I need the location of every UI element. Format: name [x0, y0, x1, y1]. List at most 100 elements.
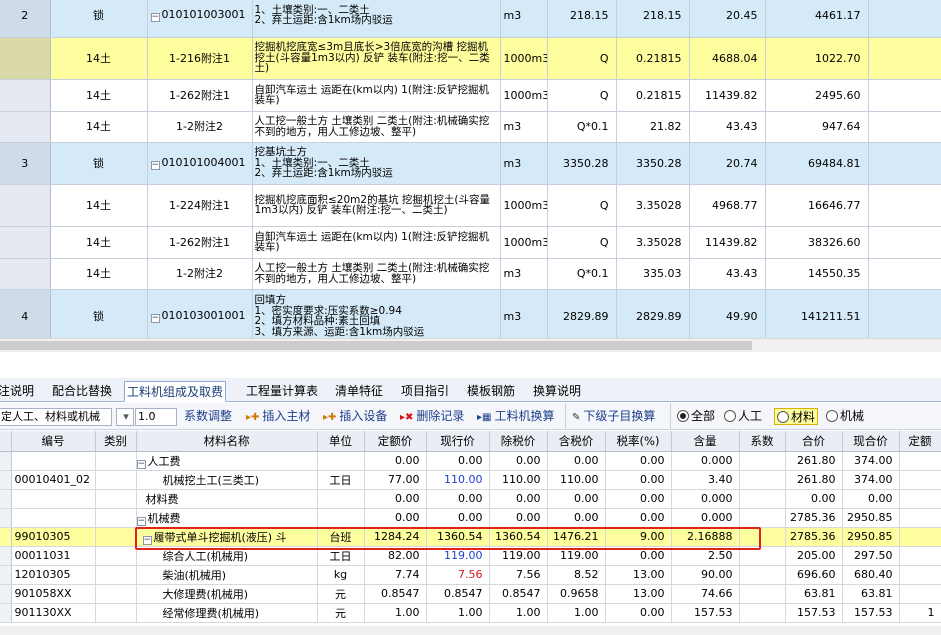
content-quantity[interactable]: 74.66 — [671, 584, 740, 604]
resource-row[interactable]: − 机械费 0.00 0.00 0.00 0.00 0.00 0.000 2785.36 2950… — [0, 508, 941, 528]
resource-code[interactable] — [11, 508, 96, 528]
scrollbar-thumb[interactable] — [0, 341, 752, 350]
quota-item-row[interactable]: 14土 1-262附注1 自卸汽车运土 运距在(km以内) 1(附注:反铲挖掘机装车… — [0, 79, 941, 112]
current-price[interactable]: 1.00 — [426, 603, 490, 623]
content-quantity[interactable]: 90.00 — [671, 565, 740, 585]
resource-code[interactable]: 901130XX — [11, 603, 96, 623]
resource-name[interactable]: 综合人工(机械用) — [136, 546, 318, 566]
collapse-toggle-icon[interactable]: − — [150, 12, 160, 22]
resource-name[interactable]: 柴油(机械用) — [136, 565, 318, 585]
current-price[interactable]: 0.00 — [426, 489, 490, 509]
resource-row[interactable]: 99010305− 履带式单斗挖掘机(液压) 斗台班 1284.24 1360.54 1… — [0, 527, 941, 547]
current-price[interactable]: 0.00 — [426, 451, 490, 471]
filter-combo[interactable]: 定人工、材料或机械 — [0, 408, 112, 426]
quantity-expression[interactable]: 3350.28 — [547, 142, 617, 185]
content-quantity[interactable]: 0.000 — [671, 508, 740, 528]
item-code[interactable]: 1-262附注1 — [147, 79, 253, 112]
swap-button[interactable]: ▸▦ 工料机换算 — [477, 403, 554, 430]
radio-all[interactable]: 全部 — [670, 403, 715, 430]
current-price[interactable]: 110.00 — [426, 470, 490, 490]
bottom-horizontal-scrollbar[interactable] — [0, 626, 941, 635]
item-code[interactable]: −010101003001 — [147, 0, 253, 38]
column-header[interactable]: 编号 — [11, 431, 96, 452]
coefficient[interactable] — [739, 508, 786, 528]
quota-item-row[interactable]: 14土 1-216附注1 挖掘机挖底宽≤3m且底长>3倍底宽的沟槽 挖掘机挖土(斗容… — [0, 37, 941, 80]
column-header[interactable]: 定额 — [899, 431, 941, 452]
tab-mix-replace[interactable]: 配合比替换 — [50, 381, 114, 402]
column-header[interactable]: 单位 — [317, 431, 365, 452]
item-code[interactable]: 1-224附注1 — [147, 184, 253, 227]
tab-item-guide[interactable]: 项目指引 — [399, 381, 451, 402]
item-description[interactable]: 回填方 1、密实度要求:压实系数≥0.94 2、填方材料品种:素土回填 3、填方来源、… — [252, 289, 501, 338]
quantity-expression[interactable]: Q*0.1 — [547, 258, 617, 290]
collapse-toggle-icon[interactable]: − — [150, 313, 160, 323]
insert-equipment-button[interactable]: ▸✚ 插入设备 — [323, 403, 387, 430]
column-header[interactable]: 材料名称 — [136, 431, 318, 452]
bill-item-row[interactable]: 2 锁 −010101003001 1、土壤类别:一、二类土 2、弃土运距:含1km场内… — [0, 0, 941, 38]
resource-name[interactable]: 经常修理费(机械用) — [136, 603, 318, 623]
coefficient[interactable] — [739, 603, 786, 623]
resource-name[interactable]: − 机械费 — [136, 508, 318, 528]
quota-item-row[interactable]: 14土 1-224附注1 挖掘机挖底面积≤20m2的基坑 挖掘机挖土(斗容量1m3以… — [0, 184, 941, 227]
combo-arrow[interactable]: ▾ — [116, 408, 134, 426]
coefficient[interactable] — [739, 565, 786, 585]
item-unit[interactable]: m3 — [500, 111, 548, 143]
item-code[interactable]: 1-216附注1 — [147, 37, 253, 80]
tab-list-features[interactable]: 清单特征 — [333, 381, 385, 402]
column-header[interactable]: 类别 — [95, 431, 137, 452]
quota-item-row[interactable]: 14土 1-2附注2 人工挖一般土方 土壤类别 二类土(附注:机械确实挖不到的地方，… — [0, 258, 941, 290]
factor-input[interactable]: 1.0 — [135, 408, 177, 426]
collapse-toggle-icon[interactable]: − — [136, 459, 146, 469]
coefficient[interactable] — [739, 546, 786, 566]
resource-row[interactable]: − 人工费 0.00 0.00 0.00 0.00 0.00 0.000 261.80 374.0… — [0, 451, 941, 471]
radio-machine[interactable]: 机械 — [826, 403, 864, 430]
resource-code[interactable]: 901058XX — [11, 584, 96, 604]
resource-code[interactable] — [11, 451, 96, 471]
resource-name[interactable]: 机械挖土工(三类工) — [136, 470, 318, 490]
quantity-expression[interactable]: Q — [547, 226, 617, 259]
item-unit[interactable]: 1000m3 — [500, 226, 548, 259]
item-unit[interactable]: 1000m3 — [500, 184, 548, 227]
item-unit[interactable]: 1000m3 — [500, 79, 548, 112]
collapse-toggle-icon[interactable]: − — [136, 516, 146, 526]
quantity-expression[interactable]: Q — [547, 184, 617, 227]
column-header[interactable]: 除税价 — [489, 431, 548, 452]
item-description[interactable]: 人工挖一般土方 土壤类别 二类土(附注:机械确实挖不到的地方，用人工修边坡、整平… — [252, 111, 501, 143]
quantity-expression[interactable]: 2829.89 — [547, 289, 617, 338]
coefficient[interactable] — [739, 470, 786, 490]
column-header[interactable]: 含税价 — [547, 431, 606, 452]
resource-name[interactable]: − 人工费 — [136, 451, 318, 471]
column-header[interactable]: 含量 — [671, 431, 740, 452]
item-code[interactable]: −010101004001 — [147, 142, 253, 185]
content-quantity[interactable]: 3.40 — [671, 470, 740, 490]
tab-labor-material-machine[interactable]: 工料机组成及取费 — [124, 381, 227, 402]
resource-code[interactable]: 00010401_02 — [11, 470, 96, 490]
coefficient[interactable] — [739, 451, 786, 471]
current-price[interactable]: 0.8547 — [426, 584, 490, 604]
column-header[interactable]: 合价 — [785, 431, 843, 452]
item-unit[interactable]: m3 — [500, 289, 548, 338]
item-description[interactable]: 自卸汽车运土 运距在(km以内) 1(附注:反铲挖掘机装车) — [252, 79, 501, 112]
tab-conversion-notes[interactable]: 换算说明 — [531, 381, 583, 402]
coefficient[interactable] — [739, 584, 786, 604]
resource-row[interactable]: 901130XX 经常修理费(机械用) 元 1.00 1.00 1.00 1.00 0.00 1… — [0, 603, 941, 623]
resource-row[interactable]: 00011031 综合人工(机械用) 工日 82.00 119.00 119.00 119.… — [0, 546, 941, 566]
column-header[interactable] — [0, 431, 12, 452]
quantity-expression[interactable]: 218.15 — [547, 0, 617, 38]
resource-row[interactable]: 901058XX 大修理费(机械用) 元 0.8547 0.8547 0.8547 0.96… — [0, 584, 941, 604]
item-description[interactable]: 自卸汽车运土 运距在(km以内) 1(附注:反铲挖掘机装车) — [252, 226, 501, 259]
radio-material[interactable]: 材料 — [774, 408, 819, 425]
item-unit[interactable]: m3 — [500, 142, 548, 185]
current-price[interactable]: 0.00 — [426, 508, 490, 528]
resource-row[interactable]: 00010401_02 机械挖土工(三类工) 工日 77.00 110.00 110.00… — [0, 470, 941, 490]
column-header[interactable]: 税率(%) — [605, 431, 672, 452]
collapse-toggle-icon[interactable]: − — [142, 535, 152, 545]
column-header[interactable]: 系数 — [739, 431, 786, 452]
bill-item-row[interactable]: 4 锁 −010103001001 回填方 1、密实度要求:压实系数≥0.94 2、填方材… — [0, 289, 941, 338]
insert-main-material-button[interactable]: ▸✚ 插入主材 — [246, 403, 310, 430]
resource-name[interactable]: 大修理费(机械用) — [136, 584, 318, 604]
content-quantity[interactable]: 0.000 — [671, 451, 740, 471]
quantity-expression[interactable]: Q — [547, 37, 617, 80]
quota-item-row[interactable]: 14土 1-2附注2 人工挖一般土方 土壤类别 二类土(附注:机械确实挖不到的地方，… — [0, 111, 941, 143]
tab-formwork-rebar[interactable]: 模板钢筋 — [465, 381, 517, 402]
